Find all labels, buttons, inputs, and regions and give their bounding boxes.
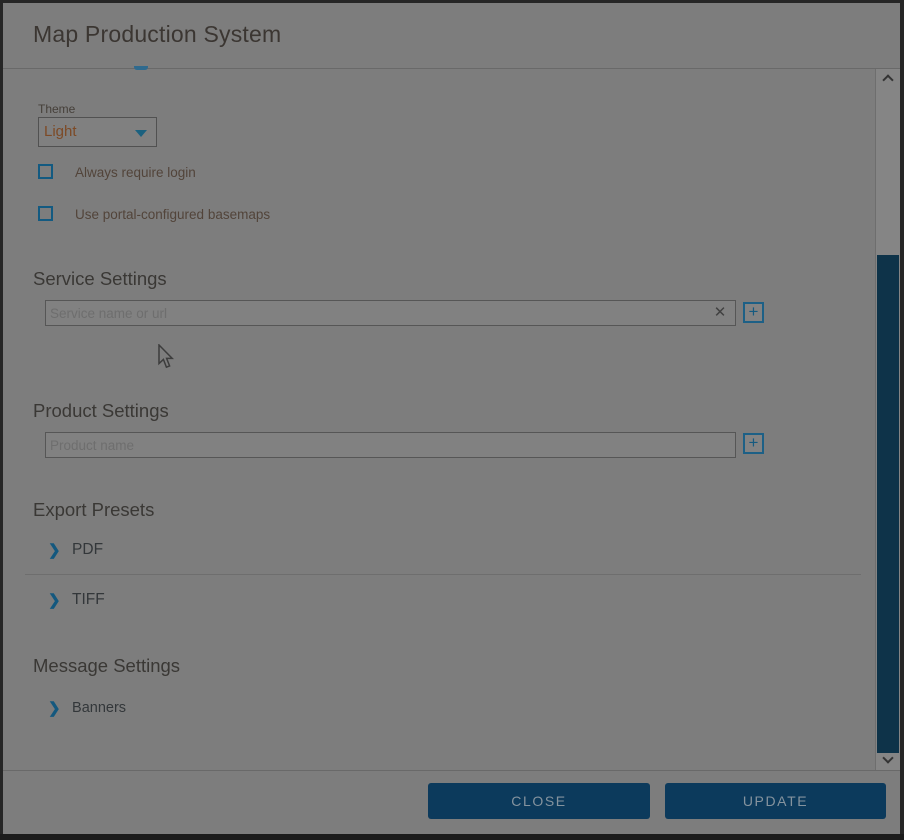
footer-divider [3, 770, 900, 771]
chevron-right-icon: ❯ [48, 542, 61, 559]
preset-divider [25, 574, 861, 575]
add-service-button[interactable]: + [743, 302, 764, 323]
expandable-item-label: TIFF [72, 591, 105, 608]
message-settings-heading: Message Settings [33, 655, 180, 677]
export-presets-heading: Export Presets [33, 499, 154, 521]
clear-icon[interactable]: ✕ [709, 302, 731, 324]
window-border-bottom [0, 834, 904, 840]
scrollbar-up-button[interactable] [876, 70, 900, 88]
checkbox-label: Use portal-configured basemaps [75, 207, 270, 222]
checkbox-always-require-login[interactable] [38, 164, 53, 179]
chevron-up-icon [882, 74, 893, 85]
chevron-down-icon [882, 752, 893, 763]
service-name-input[interactable] [45, 300, 736, 326]
chevron-right-icon: ❯ [48, 592, 61, 609]
window-border-right [900, 0, 904, 840]
window-border-top [0, 0, 904, 3]
add-product-button[interactable]: + [743, 433, 764, 454]
theme-select-value: Light [44, 123, 77, 140]
service-settings-heading: Service Settings [33, 268, 167, 290]
scrollbar-thumb[interactable] [877, 255, 899, 753]
expandable-item-tiff[interactable]: ❯ TIFF [48, 591, 105, 611]
product-name-input[interactable] [45, 432, 736, 458]
update-button[interactable]: UPDATE [665, 783, 886, 819]
chevron-right-icon: ❯ [48, 700, 61, 717]
scrollbar-down-button[interactable] [876, 752, 900, 770]
product-settings-heading: Product Settings [33, 400, 169, 422]
theme-label: Theme [38, 102, 75, 116]
expandable-item-label: PDF [72, 541, 103, 558]
theme-select[interactable]: Light [38, 117, 157, 147]
window-border-left [0, 0, 3, 840]
expandable-item-label: Banners [72, 700, 126, 716]
expandable-item-banners[interactable]: ❯ Banners [48, 699, 126, 719]
checkbox-portal-basemaps[interactable] [38, 206, 53, 221]
checkbox-label: Always require login [75, 165, 196, 180]
close-button[interactable]: CLOSE [428, 783, 650, 819]
expandable-item-pdf[interactable]: ❯ PDF [48, 541, 103, 561]
chevron-down-icon [135, 130, 147, 137]
map-production-system-dialog: Map Production System Theme Light Always… [0, 0, 904, 840]
page-title: Map Production System [33, 21, 281, 48]
mouse-cursor-icon [157, 344, 174, 370]
clipped-scrolled-control [134, 66, 148, 70]
